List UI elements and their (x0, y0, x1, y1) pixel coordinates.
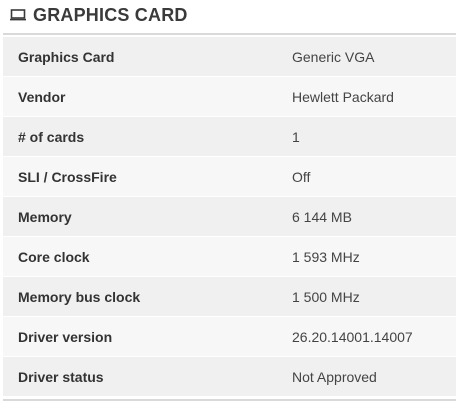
table-row: # of cards 1 (3, 117, 456, 157)
table-row: Graphics Card Generic VGA (3, 37, 456, 77)
row-label: Core clock (18, 248, 90, 265)
row-label: Driver status (18, 368, 104, 385)
section-title: GRAPHICS CARD (33, 4, 188, 25)
row-label: Graphics Card (18, 48, 115, 65)
row-value: Not Approved (292, 368, 377, 385)
table-row: Driver status Not Approved (3, 357, 456, 397)
row-value: 1 500 MHz (292, 288, 360, 305)
table-row: Driver version 26.20.14001.14007 (3, 317, 456, 357)
row-label: # of cards (18, 128, 85, 145)
table-row: SLI / CrossFire Off (3, 157, 456, 197)
table-row: Core clock 1 593 MHz (3, 237, 456, 277)
row-value: Hewlett Packard (292, 88, 394, 105)
row-value: 26.20.14001.14007 (292, 328, 413, 345)
table-bottom-border (3, 399, 456, 401)
row-value: Generic VGA (292, 48, 375, 65)
table-row: Vendor Hewlett Packard (3, 77, 456, 117)
header-divider (3, 33, 456, 35)
row-value: Off (292, 168, 311, 185)
row-label: Driver version (18, 328, 113, 345)
table-row: Memory bus clock 1 500 MHz (3, 277, 456, 317)
monitor-icon (9, 8, 27, 22)
row-value: 1 593 MHz (292, 248, 360, 265)
row-value: 1 (292, 128, 300, 145)
row-label: Memory (18, 208, 72, 225)
specs-table: Graphics Card Generic VGA Vendor Hewlett… (3, 37, 456, 397)
row-value: 6 144 MB (292, 208, 352, 225)
row-label: SLI / CrossFire (18, 168, 117, 185)
section-header: GRAPHICS CARD (0, 0, 456, 30)
row-label: Vendor (18, 88, 66, 105)
graphics-card-panel: GRAPHICS CARD Graphics Card Generic VGA … (0, 0, 456, 407)
table-row: Memory 6 144 MB (3, 197, 456, 237)
row-label: Memory bus clock (18, 288, 141, 305)
